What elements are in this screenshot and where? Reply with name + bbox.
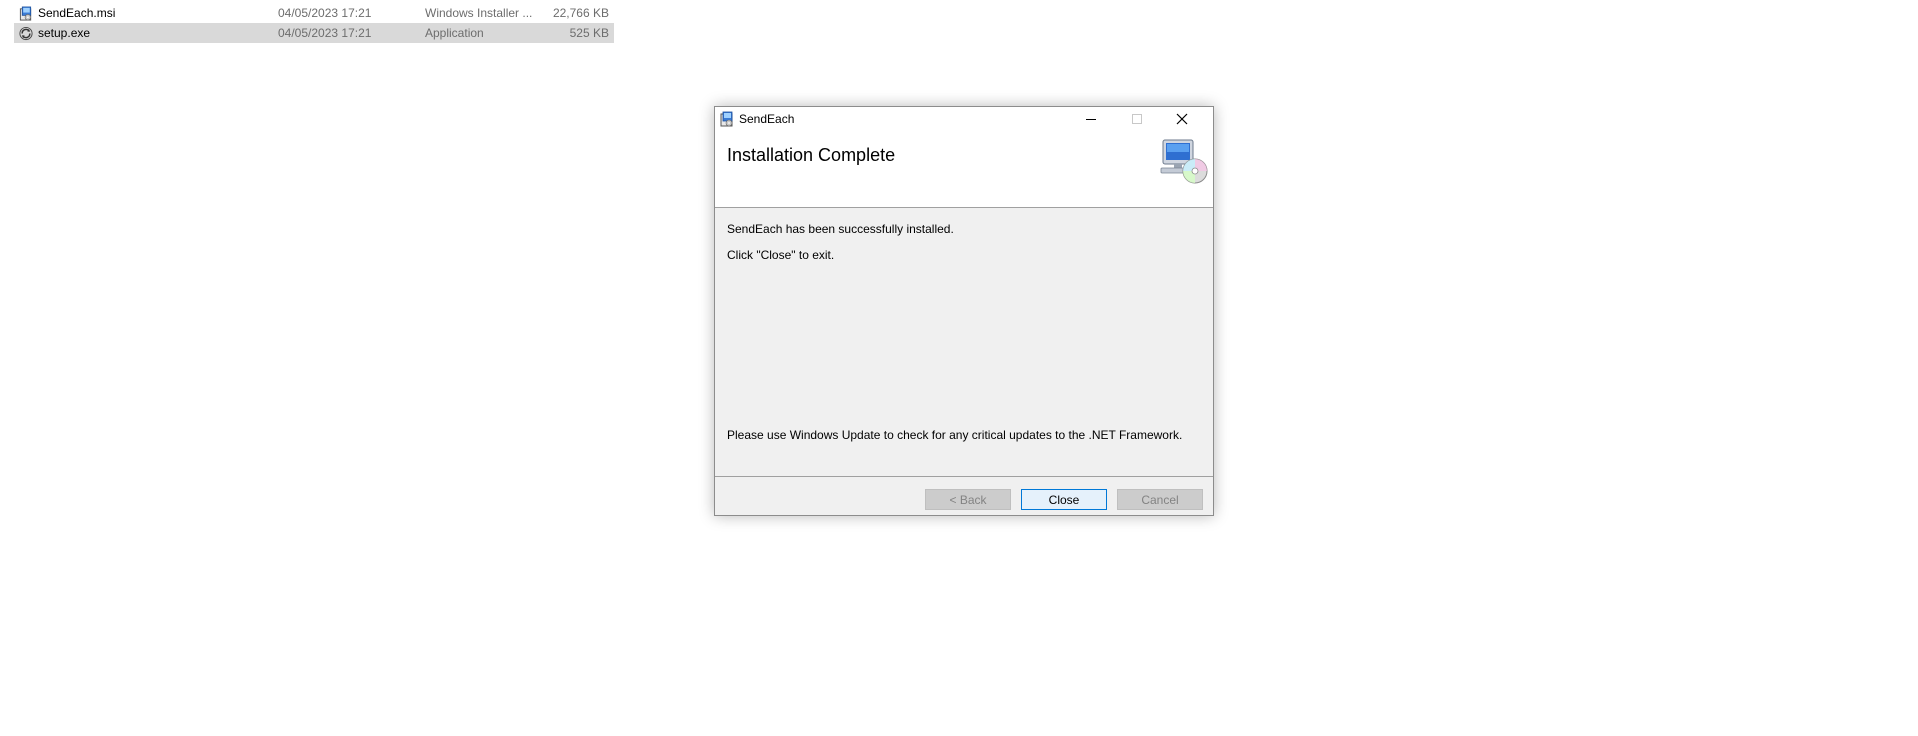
- page-title: Installation Complete: [727, 145, 896, 165]
- computer-cd-icon: [1160, 139, 1208, 184]
- back-button: < Back: [925, 489, 1011, 510]
- file-type: Windows Installer ...: [425, 6, 533, 20]
- success-message: SendEach has been successfully installed…: [727, 222, 954, 236]
- update-note: Please use Windows Update to check for a…: [727, 428, 1183, 442]
- file-size: 22,766 KB: [552, 6, 609, 20]
- file-size: 525 KB: [569, 26, 609, 40]
- close-button[interactable]: Close: [1021, 489, 1107, 510]
- file-row-setup-exe[interactable]: setup.exe 04/05/2023 17:21 Application 5…: [14, 23, 614, 43]
- maximize-button: [1114, 107, 1159, 131]
- file-date: 04/05/2023 17:21: [278, 26, 372, 40]
- file-date: 04/05/2023 17:21: [278, 6, 372, 20]
- installer-app-icon: [720, 111, 733, 127]
- file-row-sendeach-msi[interactable]: SendEach.msi 04/05/2023 17:21 Windows In…: [14, 3, 614, 23]
- msi-installer-icon: [19, 6, 32, 21]
- dialog-body: SendEach has been successfully installed…: [715, 208, 1213, 477]
- exit-hint: Click "Close" to exit.: [727, 248, 835, 262]
- dialog-titlebar[interactable]: SendEach: [715, 107, 1213, 131]
- file-name: SendEach.msi: [38, 6, 116, 20]
- close-icon: [1176, 113, 1187, 125]
- minimize-button[interactable]: [1068, 107, 1113, 131]
- setup-exe-icon: [19, 26, 33, 41]
- dialog-title: SendEach: [739, 112, 795, 126]
- file-name: setup.exe: [38, 26, 91, 40]
- dialog-footer: < Back Close Cancel: [715, 477, 1213, 515]
- maximize-icon: [1131, 114, 1142, 124]
- cancel-button: Cancel: [1117, 489, 1203, 510]
- minimize-icon: [1085, 119, 1096, 120]
- dialog-header: Installation Complete: [715, 131, 1213, 208]
- installer-dialog: SendEach Installation Complete SendEach …: [714, 106, 1214, 516]
- file-list: SendEach.msi 04/05/2023 17:21 Windows In…: [14, 3, 614, 43]
- file-type: Application: [425, 26, 484, 40]
- close-window-button[interactable]: [1159, 107, 1204, 131]
